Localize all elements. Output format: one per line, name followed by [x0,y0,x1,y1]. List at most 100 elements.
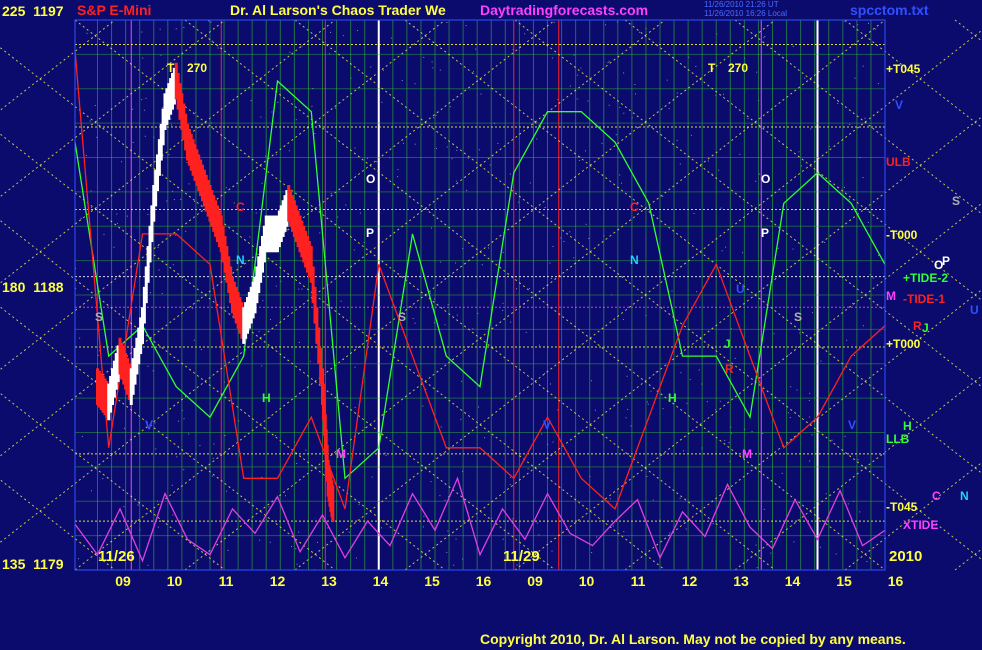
star [849,124,851,126]
star [695,65,697,67]
star [455,538,457,540]
star [423,515,425,517]
star [536,522,538,524]
star [301,45,303,47]
right-label: -TIDE-1 [903,292,945,306]
star [145,97,147,99]
star [451,158,453,160]
star [460,418,462,420]
site-name: Daytradingforecasts.com [480,2,649,18]
star [773,333,775,335]
star [447,530,449,532]
star [102,478,104,480]
right-label: U [970,303,979,317]
star [142,57,144,59]
star [557,409,559,411]
star [854,77,856,79]
star [487,247,489,249]
star [354,366,356,368]
star [439,69,441,71]
star [154,422,156,424]
star [536,138,538,140]
chart-letter-label: C [236,200,245,214]
star [211,475,213,477]
star [662,408,664,410]
x-tick-label: 16 [887,573,904,589]
right-label: -T000 [886,228,918,242]
star [553,21,555,23]
star [877,83,879,85]
star [792,45,794,47]
star [764,35,766,37]
star [199,445,201,447]
star [596,536,598,538]
star [284,495,286,497]
star [809,460,811,462]
star [175,234,177,236]
star [211,40,213,42]
star [461,380,463,382]
star [809,392,811,394]
star [176,456,178,458]
right-label: P [942,254,951,268]
star [668,108,670,110]
star [669,532,671,534]
star [225,187,227,189]
star [552,245,554,247]
star [414,322,416,324]
star [857,459,859,461]
star [712,523,714,525]
chart-letter-label: C [630,200,639,214]
star [837,102,839,104]
star [722,93,724,95]
right-label: XTIDE [903,518,939,532]
x-tick-label: 11 [630,573,646,589]
star [728,442,730,444]
star [755,544,757,546]
x-tick-label: 14 [372,573,389,589]
date-label-1: 11/26 [98,548,135,565]
star [155,448,157,450]
star [455,180,457,182]
star [875,28,877,30]
star [171,484,173,486]
file-name: spcctom.txt [850,2,929,18]
star [615,134,617,136]
star [296,563,298,565]
star [588,238,590,240]
star [444,499,446,501]
star [680,372,682,374]
chart-letter-label: S [794,310,803,324]
star [431,227,433,229]
star [319,232,321,234]
star [622,318,624,320]
right-label: -T045 [886,500,918,514]
star [289,51,291,53]
star [258,331,260,333]
star [843,186,845,188]
star [277,101,279,103]
star [226,490,228,492]
chart-letter-label: P [366,226,375,240]
star [719,400,721,402]
y-label-mid: 180 1188 [2,279,64,295]
star [348,531,350,533]
chart-letter-label: T [708,61,716,75]
star [853,355,855,357]
right-label: C [932,489,941,503]
star [80,217,82,219]
star [576,74,578,76]
star [724,439,726,441]
chart-letter-label: 270 [728,61,749,75]
right-label: R [913,319,922,333]
star [269,318,271,320]
star [639,31,641,33]
star [544,207,546,209]
star [233,202,235,204]
star [676,92,678,94]
star [484,437,486,439]
star [217,47,219,49]
star [381,527,382,529]
right-label: M [886,289,896,303]
star [185,230,187,232]
